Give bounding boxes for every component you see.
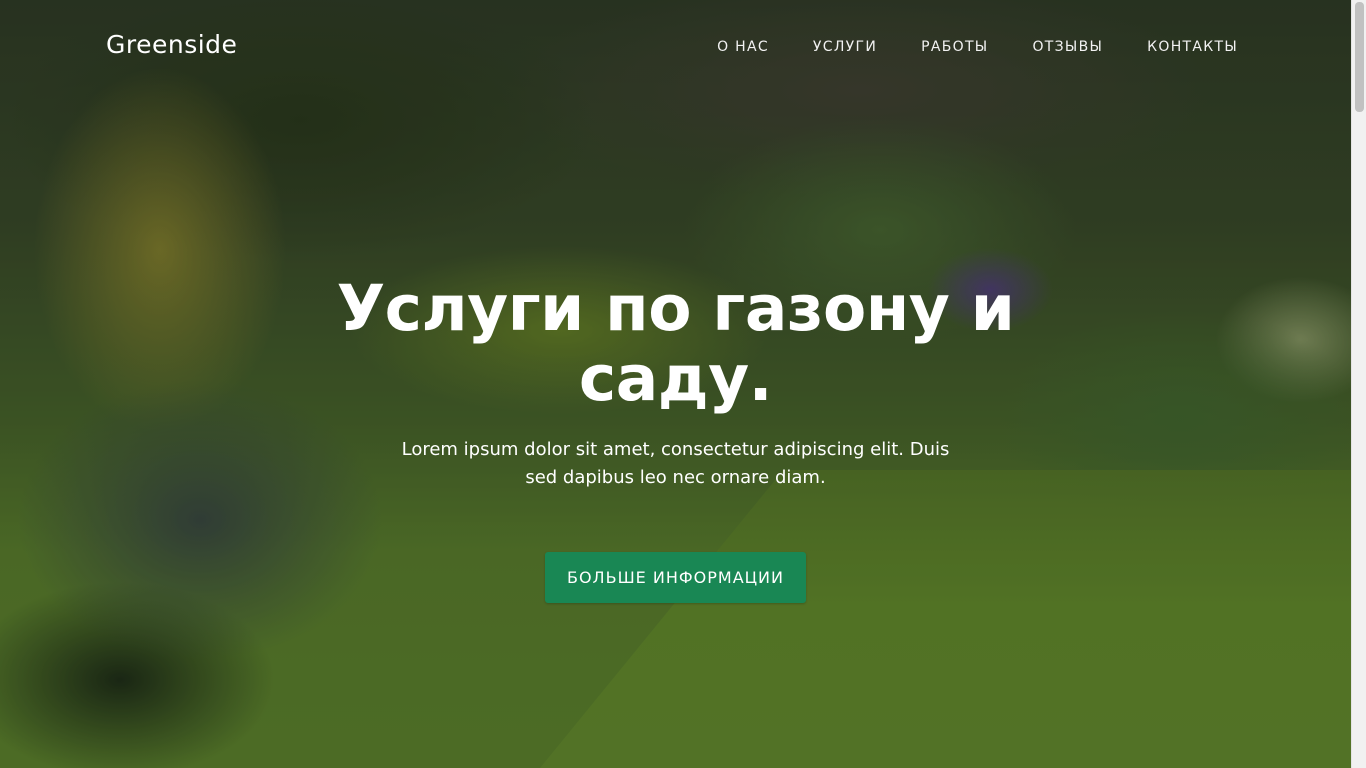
nav-links: О НАС УСЛУГИ РАБОТЫ ОТЗЫВЫ КОНТАКТЫ: [673, 39, 1238, 55]
more-info-button[interactable]: БОЛЬШЕ ИНФОРМАЦИИ: [544, 552, 806, 603]
nav-link-about[interactable]: О НАС: [717, 39, 769, 55]
page: Greenside О НАС УСЛУГИ РАБОТЫ ОТЗЫВЫ КОН…: [0, 0, 1366, 768]
scrollbar-thumb[interactable]: [1355, 2, 1364, 112]
nav-link-works[interactable]: РАБОТЫ: [921, 39, 988, 55]
hero-subtitle: Lorem ipsum dolor sit amet, consectetur …: [401, 439, 950, 488]
nav-link-contacts[interactable]: КОНТАКТЫ: [1147, 39, 1238, 55]
nav-link-reviews[interactable]: ОТЗЫВЫ: [1032, 39, 1103, 55]
hero-title: Услуги по газону и саду.: [336, 272, 1015, 415]
nav-link-services[interactable]: УСЛУГИ: [813, 39, 877, 55]
scrollbar[interactable]: [1351, 0, 1366, 768]
navbar: Greenside О НАС УСЛУГИ РАБОТЫ ОТЗЫВЫ КОН…: [0, 0, 1351, 94]
hero-section: Услуги по газону и саду. Lorem ipsum dol…: [0, 274, 1351, 603]
brand-logo[interactable]: Greenside: [106, 30, 237, 59]
